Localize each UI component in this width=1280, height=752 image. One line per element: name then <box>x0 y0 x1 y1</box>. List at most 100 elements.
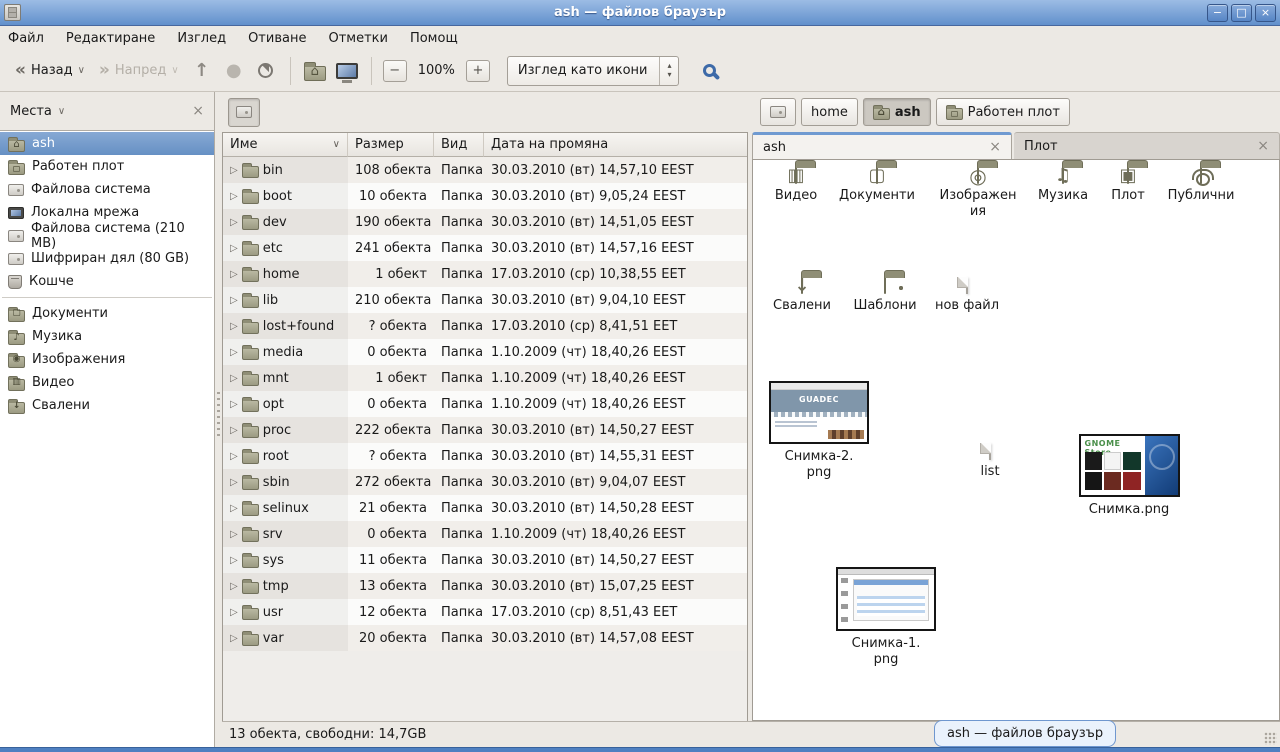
menu-item[interactable]: Помощ <box>410 31 458 46</box>
minimize-button[interactable]: − <box>1207 4 1228 22</box>
column-header-name[interactable]: Име ∨ <box>223 133 348 157</box>
tree-row[interactable]: ▷ proc 222 обекта Папка 30.03.2010 (вт) … <box>223 417 747 443</box>
menu-item[interactable]: Отметки <box>328 31 387 46</box>
sidebar-item[interactable]: Работен плот <box>0 155 214 178</box>
expander-icon[interactable]: ▷ <box>230 477 238 488</box>
sidebar-item[interactable]: Свалени <box>0 394 214 417</box>
menu-item[interactable]: Изглед <box>177 31 226 46</box>
expander-icon[interactable]: ▷ <box>230 581 238 592</box>
tree-row[interactable]: ▷ etc 241 обекта Папка 30.03.2010 (вт) 1… <box>223 235 747 261</box>
resize-grip-icon[interactable] <box>1264 732 1277 745</box>
titlebar[interactable]: ash — файлов браузър − □ × <box>0 0 1280 26</box>
tree-row[interactable]: ▷ lost+found ? обекта Папка 17.03.2010 (… <box>223 313 747 339</box>
expander-icon[interactable]: ▷ <box>230 347 238 358</box>
row-size: 210 обекта <box>348 293 434 308</box>
tree-row[interactable]: ▷ lib 210 обекта Папка 30.03.2010 (вт) 9… <box>223 287 747 313</box>
zoom-out-button[interactable]: − <box>383 60 407 82</box>
file-icon[interactable]: list <box>935 444 1045 480</box>
search-button[interactable] <box>693 55 725 87</box>
sidebar-item[interactable]: Файлова система <box>0 178 214 201</box>
places-title[interactable]: Места <box>10 104 52 119</box>
sidebar-item[interactable]: Файлова система (210 MB) <box>0 224 214 247</box>
file-icon[interactable]: GNOME Store Снимка.png <box>1074 434 1184 518</box>
stop-button[interactable]: ● <box>218 55 250 87</box>
file-icon[interactable]: Публични <box>1146 168 1256 204</box>
combo-spinner-icon[interactable]: ▴ ▾ <box>659 57 678 85</box>
maximize-button[interactable]: □ <box>1231 4 1252 22</box>
tree-row[interactable]: ▷ tmp 13 обекта Папка 30.03.2010 (вт) 15… <box>223 573 747 599</box>
file-icon[interactable]: Снимка-1. png <box>831 567 941 669</box>
tree-row[interactable]: ▷ home 1 обект Папка 17.03.2010 (ср) 10,… <box>223 261 747 287</box>
zoom-in-button[interactable]: + <box>466 60 490 82</box>
sidebar-item[interactable]: Кошче <box>0 270 214 293</box>
expander-icon[interactable]: ▷ <box>230 451 238 462</box>
tree-row[interactable]: ▷ bin 108 обекта Папка 30.03.2010 (вт) 1… <box>223 157 747 183</box>
sidebar-item[interactable]: Документи <box>0 302 214 325</box>
sidebar-splitter[interactable] <box>215 92 222 747</box>
computer-button[interactable] <box>331 55 363 87</box>
tree-row[interactable]: ▷ mnt 1 обект Папка 1.10.2009 (чт) 18,40… <box>223 365 747 391</box>
tab-close-icon[interactable]: × <box>989 139 1001 155</box>
tree-row[interactable]: ▷ sbin 272 обекта Папка 30.03.2010 (вт) … <box>223 469 747 495</box>
places-dropdown-icon[interactable]: ∨ <box>58 106 65 117</box>
column-header-size[interactable]: Размер <box>348 133 434 157</box>
breadcrumb-button[interactable]: home <box>801 98 858 126</box>
tree-row[interactable]: ▷ selinux 21 обекта Папка 30.03.2010 (вт… <box>223 495 747 521</box>
expander-icon[interactable]: ▷ <box>230 269 238 280</box>
tree-row[interactable]: ▷ media 0 обекта Папка 1.10.2009 (чт) 18… <box>223 339 747 365</box>
tree-row[interactable]: ▷ var 20 обекта Папка 30.03.2010 (вт) 14… <box>223 625 747 651</box>
icon-view[interactable]: Видео Документи Изображен ия Музика Плот… <box>752 159 1280 721</box>
expander-icon[interactable]: ▷ <box>230 373 238 384</box>
sidebar-item[interactable]: Видео <box>0 371 214 394</box>
expander-icon[interactable]: ▷ <box>230 399 238 410</box>
close-button[interactable]: × <box>1255 4 1276 22</box>
expander-icon[interactable]: ▷ <box>230 321 238 332</box>
menu-item[interactable]: Файл <box>8 31 44 46</box>
file-icon[interactable]: нов файл <box>912 278 1022 314</box>
tree-row[interactable]: ▷ opt 0 обекта Папка 1.10.2009 (чт) 18,4… <box>223 391 747 417</box>
tree-row[interactable]: ▷ usr 12 обекта Папка 17.03.2010 (ср) 8,… <box>223 599 747 625</box>
tree-row[interactable]: ▷ boot 10 обекта Папка 30.03.2010 (вт) 9… <box>223 183 747 209</box>
forward-button[interactable]: » Напред ∨ <box>92 58 186 83</box>
breadcrumb-button[interactable]: Работен плот <box>936 98 1070 126</box>
view-mode-select[interactable]: Изглед като икони ▴ ▾ <box>507 56 680 86</box>
sidebar-item[interactable]: Шифриран дял (80 GB) <box>0 247 214 270</box>
reload-button[interactable] <box>250 55 282 87</box>
menu-item[interactable]: Редактиране <box>66 31 155 46</box>
expander-icon[interactable]: ▷ <box>230 425 238 436</box>
expander-icon[interactable]: ▷ <box>230 165 238 176</box>
expander-icon[interactable]: ▷ <box>230 503 238 514</box>
sidebar-item[interactable]: Музика <box>0 325 214 348</box>
breadcrumb-button[interactable]: ash <box>863 98 931 126</box>
tree-row[interactable]: ▷ dev 190 обекта Папка 30.03.2010 (вт) 1… <box>223 209 747 235</box>
filesystem-root-button[interactable] <box>228 98 260 127</box>
tab-close-icon[interactable]: × <box>1257 138 1269 154</box>
home-button[interactable] <box>299 55 331 87</box>
expander-icon[interactable]: ▷ <box>230 555 238 566</box>
taskbar-window-button[interactable]: ash — файлов браузър <box>934 720 1116 747</box>
tree-row[interactable]: ▷ srv 0 обекта Папка 1.10.2009 (чт) 18,4… <box>223 521 747 547</box>
expander-icon[interactable]: ▷ <box>230 607 238 618</box>
column-header-date[interactable]: Дата на промяна <box>484 133 747 157</box>
expander-icon[interactable]: ▷ <box>230 295 238 306</box>
tree-row[interactable]: ▷ root ? обекта Папка 30.03.2010 (вт) 14… <box>223 443 747 469</box>
menu-item[interactable]: Отиване <box>248 31 306 46</box>
expander-icon[interactable]: ▷ <box>230 191 238 202</box>
sidebar-item[interactable]: ash <box>0 132 214 155</box>
tree-row[interactable]: ▷ sys 11 обекта Папка 30.03.2010 (вт) 14… <box>223 547 747 573</box>
column-header-type[interactable]: Вид <box>434 133 484 157</box>
breadcrumb-button[interactable] <box>760 98 796 126</box>
back-dropdown-icon[interactable]: ∨ <box>78 65 85 76</box>
tab[interactable]: Плот × <box>1014 132 1280 159</box>
file-icon[interactable]: Документи <box>822 168 932 204</box>
expander-icon[interactable]: ▷ <box>230 243 238 254</box>
sidebar-item[interactable]: Изображения <box>0 348 214 371</box>
up-button[interactable]: ↑ <box>186 55 218 87</box>
places-close-icon[interactable]: × <box>192 103 204 119</box>
tab[interactable]: ash × <box>752 132 1012 159</box>
file-icon[interactable]: GUADEC Снимка-2. png <box>764 381 874 482</box>
back-button[interactable]: « Назад ∨ <box>8 58 92 83</box>
expander-icon[interactable]: ▷ <box>230 529 238 540</box>
expander-icon[interactable]: ▷ <box>230 633 238 644</box>
expander-icon[interactable]: ▷ <box>230 217 238 228</box>
